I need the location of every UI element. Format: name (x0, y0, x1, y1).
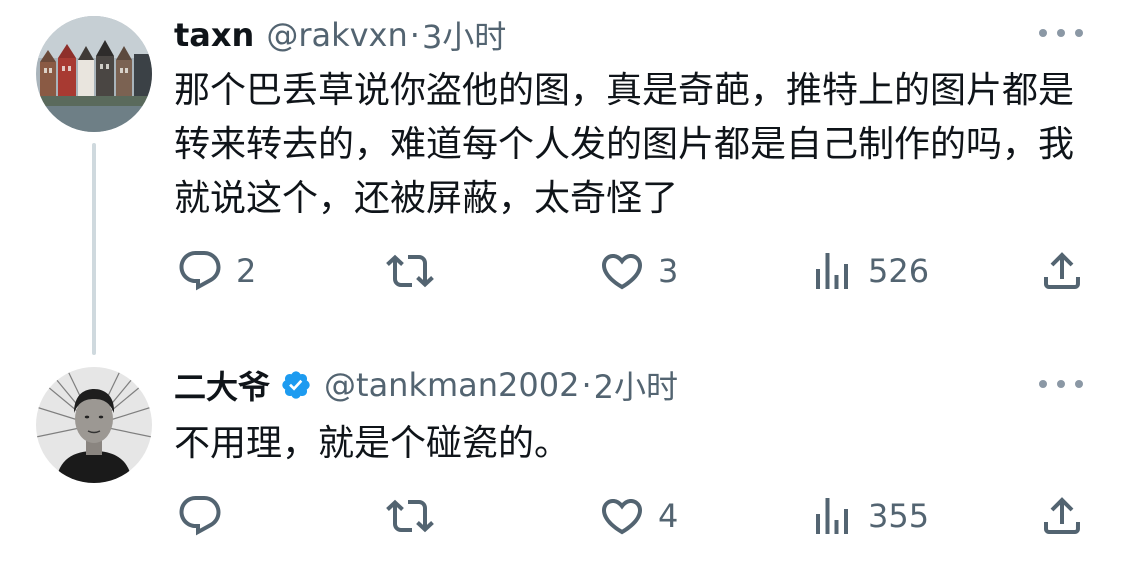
heart-icon (601, 254, 643, 290)
retweet-arrows-icon (386, 499, 434, 533)
author-name[interactable]: 二大爷 (174, 362, 270, 408)
views-count: 526 (868, 252, 930, 290)
share-button[interactable] (1038, 245, 1086, 297)
reply-button[interactable] (176, 490, 236, 542)
reply-button[interactable]: 2 (176, 245, 256, 297)
like-button[interactable]: 4 (598, 490, 678, 542)
share-upload-icon (1044, 252, 1080, 289)
views-button[interactable]: 355 (808, 490, 929, 542)
verified-badge-icon (280, 369, 312, 401)
avatar[interactable] (36, 367, 152, 483)
tweet[interactable]: 二大爷 @tankman2002 · 2小时 不用理，就是个碰瓷的。 4 355 (0, 345, 1125, 570)
tweet[interactable]: taxn @rakvxn · 3小时 那个巴丢草说你盗他的图，真是奇葩，推特上的… (0, 0, 1125, 355)
tweet-header: 二大爷 @tankman2002 · 2小时 (174, 362, 678, 408)
bar-chart-icon (816, 498, 848, 534)
like-button[interactable]: 3 (598, 245, 678, 297)
man-portrait-photo (36, 367, 152, 483)
ellipsis-icon[interactable] (1039, 372, 1083, 396)
author-handle[interactable]: @tankman2002 (324, 366, 579, 404)
tweet-text: 不用理，就是个碰瓷的。 (174, 423, 571, 464)
timestamp[interactable]: 3小时 (422, 12, 506, 58)
tweet-header: taxn @rakvxn · 3小时 (174, 12, 506, 58)
share-button[interactable] (1038, 490, 1086, 542)
like-count: 3 (658, 252, 679, 290)
author-handle[interactable]: @rakvxn (266, 16, 407, 54)
views-button[interactable]: 526 (808, 245, 929, 297)
retweet-button[interactable] (386, 245, 446, 297)
timestamp[interactable]: 2小时 (594, 362, 678, 408)
separator: · (581, 366, 592, 404)
avatar[interactable] (36, 16, 152, 132)
like-count: 4 (658, 497, 679, 535)
tweet-actions: 4 355 (0, 490, 1125, 542)
tweet-actions: 2 3 526 (0, 245, 1125, 297)
author-name[interactable]: taxn (174, 16, 254, 54)
separator: · (409, 16, 420, 54)
tweet-text: 那个巴丢草说你盗他的图，真是奇葩，推特上的图片都是转来转去的，难道每个人发的图片… (174, 70, 1075, 219)
retweet-arrows-icon (386, 254, 434, 288)
speech-bubble-icon (179, 496, 221, 536)
speech-bubble-icon (179, 251, 221, 291)
heart-icon (601, 499, 643, 535)
views-count: 355 (868, 497, 930, 535)
canal-houses-photo (36, 16, 152, 132)
retweet-button[interactable] (386, 490, 446, 542)
bar-chart-icon (816, 253, 848, 289)
share-upload-icon (1044, 497, 1080, 534)
reply-count: 2 (236, 252, 257, 290)
ellipsis-icon[interactable] (1039, 21, 1083, 45)
